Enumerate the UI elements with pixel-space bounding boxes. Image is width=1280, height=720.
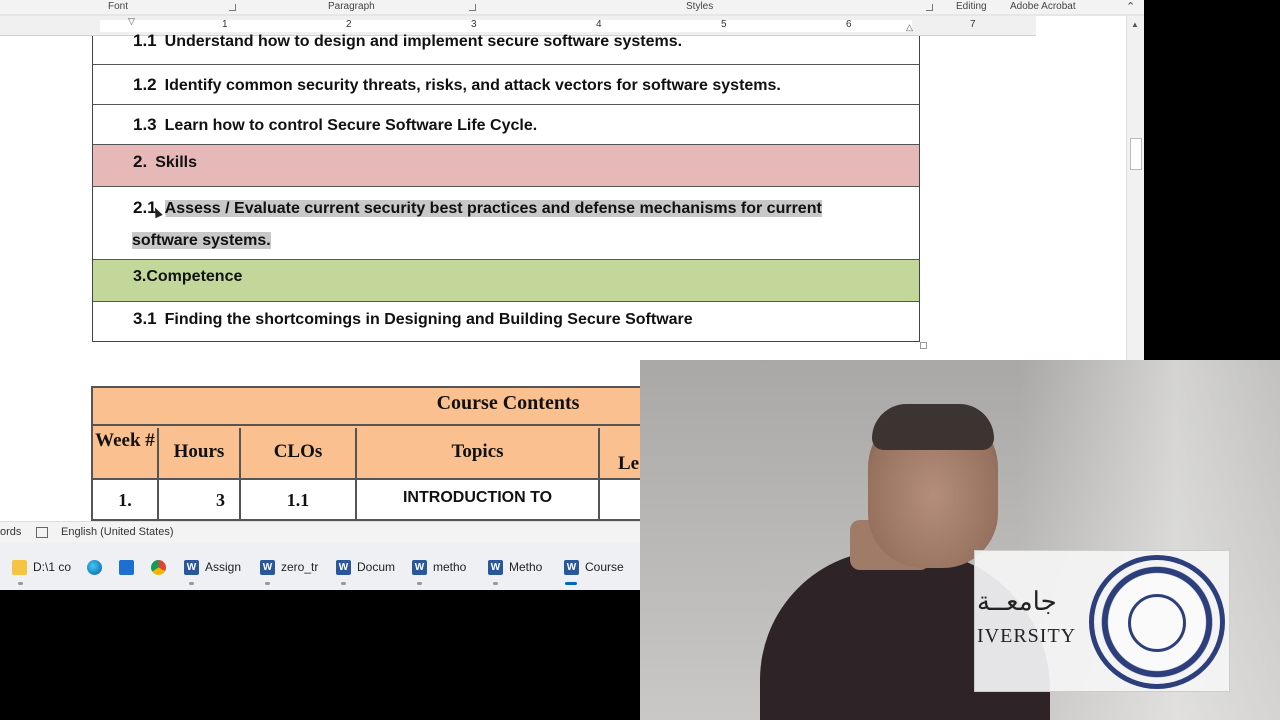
table-row[interactable]: 1.1 Understand how to design and implemen… — [93, 31, 919, 65]
taskbar-item-word-zero-trust[interactable]: W zero_tr — [260, 555, 319, 585]
word-icon: W — [336, 559, 351, 575]
table-resize-handle[interactable] — [920, 342, 927, 349]
cell-clos[interactable]: 1.1 — [241, 478, 357, 519]
outcome-text: Understand how to design and implement s… — [164, 33, 683, 50]
ruler-label: 6 — [846, 19, 852, 30]
word-icon: W — [564, 559, 579, 575]
taskbar-indicator — [493, 582, 498, 585]
header-week: Week # — [93, 428, 159, 478]
ruler-label: 2 — [346, 19, 352, 30]
table-row-selected[interactable]: 2.1 Assess / Evaluate current security be… — [93, 187, 919, 260]
logo-arabic-text: جامعــة — [977, 587, 1057, 617]
taskbar-active-indicator — [565, 582, 577, 585]
taskbar-item-label: Docum — [357, 560, 396, 574]
taskbar-item-edge[interactable] — [87, 555, 108, 579]
webcam-overlay: جامعــة IVERSITY — [640, 360, 1280, 720]
paragraph-dialog-launcher-icon[interactable] — [469, 4, 476, 11]
ribbon-group-labels: Font Paragraph Styles Editing Adobe Acro… — [0, 0, 1144, 14]
competence-heading-row[interactable]: 3.Competence — [93, 260, 919, 302]
indent-marker-icon[interactable]: ▽ — [128, 16, 135, 27]
selected-outcome-text-continued: software systems. — [132, 232, 271, 249]
taskbar-indicator — [265, 582, 270, 585]
taskbar-item-word-document[interactable]: W Docum — [336, 555, 396, 585]
course-contents-title: Course Contents — [93, 388, 649, 426]
taskbar-item-label: metho — [433, 560, 467, 574]
table-row[interactable]: 1.2 Identify common security threats, ris… — [93, 65, 919, 105]
outcome-text: Identify common security threats, risks,… — [164, 77, 781, 94]
taskbar-item-store[interactable] — [119, 555, 140, 579]
scrollbar-thumb[interactable] — [1130, 138, 1142, 170]
outcome-number: 3.1 — [133, 309, 157, 328]
learning-outcomes-table: 1.1 Understand how to design and implemen… — [92, 31, 920, 342]
cell-topic[interactable]: INTRODUCTION TO — [357, 478, 600, 519]
ruler-label: 3 — [471, 19, 477, 30]
ribbon-group-editing[interactable]: Editing — [956, 0, 987, 14]
ribbon-group-styles[interactable]: Styles — [686, 0, 713, 14]
outcome-number: 1.2 — [133, 75, 157, 94]
taskbar-item-word-assign[interactable]: W Assign — [184, 555, 242, 585]
ruler-label: 4 — [596, 19, 602, 30]
word-icon: W — [412, 559, 427, 575]
taskbar-item-explorer[interactable]: D:\1 co — [12, 555, 72, 585]
scroll-up-icon[interactable]: ▲ — [1131, 20, 1139, 29]
ruler-label: 7 — [970, 19, 976, 30]
edge-icon — [87, 559, 102, 575]
outcome-number: 1.3 — [133, 115, 157, 134]
language-indicator[interactable]: English (United States) — [61, 526, 174, 538]
taskbar-item-word-course[interactable]: W Course — [564, 555, 624, 585]
university-logo-card: جامعــة IVERSITY — [974, 550, 1230, 692]
outcome-number: 1.1 — [133, 31, 157, 50]
ribbon-group-adobe-acrobat[interactable]: Adobe Acrobat — [1010, 0, 1076, 14]
word-icon: W — [184, 559, 199, 575]
taskbar-item-label: Course — [585, 560, 624, 574]
taskbar-item-label: D:\1 co — [33, 560, 72, 574]
taskbar-indicator — [18, 582, 23, 585]
screen: Font Paragraph Styles Editing Adobe Acro… — [0, 0, 1280, 720]
taskbar-item-word-methodology[interactable]: W Metho — [488, 555, 543, 585]
taskbar-item-label: zero_tr — [281, 560, 319, 574]
store-icon — [119, 559, 134, 575]
header-topics: Topics — [357, 428, 600, 478]
word-count[interactable]: ords — [0, 526, 21, 538]
font-dialog-launcher-icon[interactable] — [229, 4, 236, 11]
cell-week[interactable]: 1. — [93, 478, 159, 519]
section-title: 3.Competence — [133, 268, 243, 285]
selected-outcome-text: Assess / Evaluate current security best … — [164, 200, 822, 217]
header-hours: Hours — [159, 428, 241, 478]
taskbar-item-chrome[interactable] — [151, 555, 172, 579]
word-icon: W — [260, 559, 275, 575]
skills-heading-row[interactable]: 2. Skills — [93, 145, 919, 187]
outcome-text: Learn how to control Secure Software Lif… — [164, 117, 538, 134]
right-indent-marker-icon[interactable]: △ — [906, 22, 913, 33]
taskbar-indicator — [341, 582, 346, 585]
taskbar-indicator — [417, 582, 422, 585]
section-title: Skills — [155, 154, 197, 171]
university-seal-icon — [1089, 555, 1225, 689]
collapse-ribbon-icon[interactable]: ⌃ — [1126, 0, 1135, 14]
table-row[interactable]: 1.3 Learn how to control Secure Software … — [93, 105, 919, 145]
taskbar-item-label: Metho — [509, 560, 543, 574]
logo-english-text: IVERSITY — [977, 625, 1077, 647]
ribbon-group-font[interactable]: Font — [108, 0, 128, 14]
table-row[interactable]: 3.1 Finding the shortcomings in Designing… — [93, 302, 919, 341]
course-contents-table: Course Contents Week # Hours CLOs Topics… — [91, 386, 651, 521]
outcome-text: Finding the shortcomings in Designing an… — [164, 311, 693, 328]
ribbon-group-paragraph[interactable]: Paragraph — [328, 0, 375, 14]
taskbar-item-label: Assign — [205, 560, 242, 574]
styles-dialog-launcher-icon[interactable] — [926, 4, 933, 11]
presenter-hair — [872, 404, 994, 450]
ruler-label: 5 — [721, 19, 727, 30]
section-number: 2. — [133, 152, 148, 171]
chrome-icon — [151, 559, 166, 575]
seal-emblem — [1128, 594, 1186, 652]
folder-icon — [12, 559, 27, 575]
taskbar-item-word-metho[interactable]: W metho — [412, 555, 467, 585]
word-icon: W — [488, 559, 503, 575]
header-clos: CLOs — [241, 428, 357, 478]
cell-hours[interactable]: 3 — [159, 478, 241, 519]
ruler-label: 1 — [222, 19, 228, 30]
proofing-icon[interactable] — [36, 527, 48, 538]
taskbar-indicator — [189, 582, 194, 585]
